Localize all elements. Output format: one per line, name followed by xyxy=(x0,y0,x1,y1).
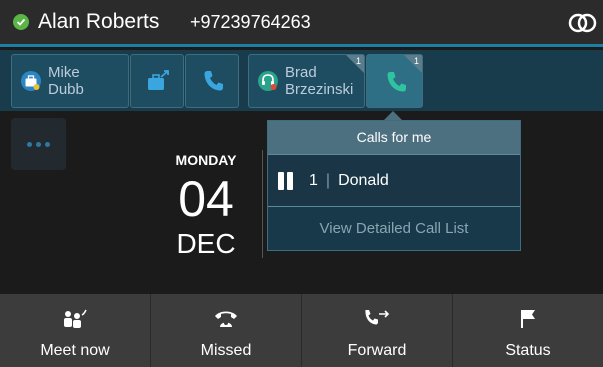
speed-dial-call-button[interactable] xyxy=(185,54,239,108)
calls-for-me-popup: Calls for me 1 | Donald View Detailed Ca… xyxy=(267,120,521,251)
dot xyxy=(36,141,41,147)
softkey-label: Forward xyxy=(347,342,407,359)
date-month: DEC xyxy=(176,228,236,259)
avaya-logo-icon xyxy=(568,13,598,38)
user-name: Alan Roberts xyxy=(38,10,160,33)
separator: | xyxy=(325,171,331,189)
speed-dial-mike-dubb[interactable]: Mike Dubb xyxy=(11,54,129,108)
phone-call-icon xyxy=(204,71,223,91)
badge-count: 1 xyxy=(355,56,361,66)
softkey-label: Status xyxy=(505,342,551,359)
dot xyxy=(27,141,32,147)
missed-button[interactable]: Missed xyxy=(151,294,302,367)
meet-now-button[interactable]: Meet now xyxy=(0,294,151,367)
speed-dial-transfer-button[interactable] xyxy=(130,54,184,108)
headset-icon xyxy=(258,71,278,91)
more-options-button[interactable] xyxy=(11,118,66,170)
dot xyxy=(45,141,50,147)
date-number: 04 xyxy=(178,171,234,227)
status-button[interactable]: Status xyxy=(453,294,603,367)
caller-name: Donald xyxy=(338,171,389,189)
speed-dial-active-call-button[interactable]: 1 xyxy=(366,54,423,108)
flag-icon xyxy=(518,308,538,330)
speed-dial-label: Brad xyxy=(285,64,317,81)
view-detailed-call-list-link[interactable]: View Detailed Call List xyxy=(268,207,520,250)
presence-available-icon xyxy=(13,14,29,30)
speed-dial-label: Dubb xyxy=(48,81,84,98)
top-bar: Alan Roberts +97239764263 xyxy=(0,0,603,47)
phone-call-icon xyxy=(387,72,406,92)
date-day: MONDAY xyxy=(175,152,237,168)
forward-icon xyxy=(363,308,391,330)
speed-dial-bar: Mike Dubb Brad Brzezinski 1 1 xyxy=(0,50,603,111)
speed-dial-brad-brzezinski[interactable]: Brad Brzezinski 1 xyxy=(248,54,365,108)
call-index: 1 xyxy=(309,171,318,189)
date-divider xyxy=(262,150,263,258)
hold-icon xyxy=(278,171,293,190)
contact-briefcase-icon xyxy=(21,71,41,91)
softkey-label: Missed xyxy=(200,342,252,359)
call-list-item[interactable]: 1 | Donald xyxy=(268,154,520,207)
meet-now-icon xyxy=(61,308,89,330)
speed-dial-label: Brzezinski xyxy=(285,81,354,98)
softkey-label: Meet now xyxy=(40,342,110,359)
forward-button[interactable]: Forward xyxy=(302,294,453,367)
user-number: +97239764263 xyxy=(190,12,311,32)
transfer-briefcase-icon xyxy=(148,70,169,90)
speed-dial-label: Mike xyxy=(48,64,80,81)
popup-title: Calls for me xyxy=(268,121,520,154)
badge-count: 1 xyxy=(413,56,419,66)
softkey-bar: Meet now Missed Forward Status xyxy=(0,294,603,367)
missed-call-icon xyxy=(213,308,239,330)
